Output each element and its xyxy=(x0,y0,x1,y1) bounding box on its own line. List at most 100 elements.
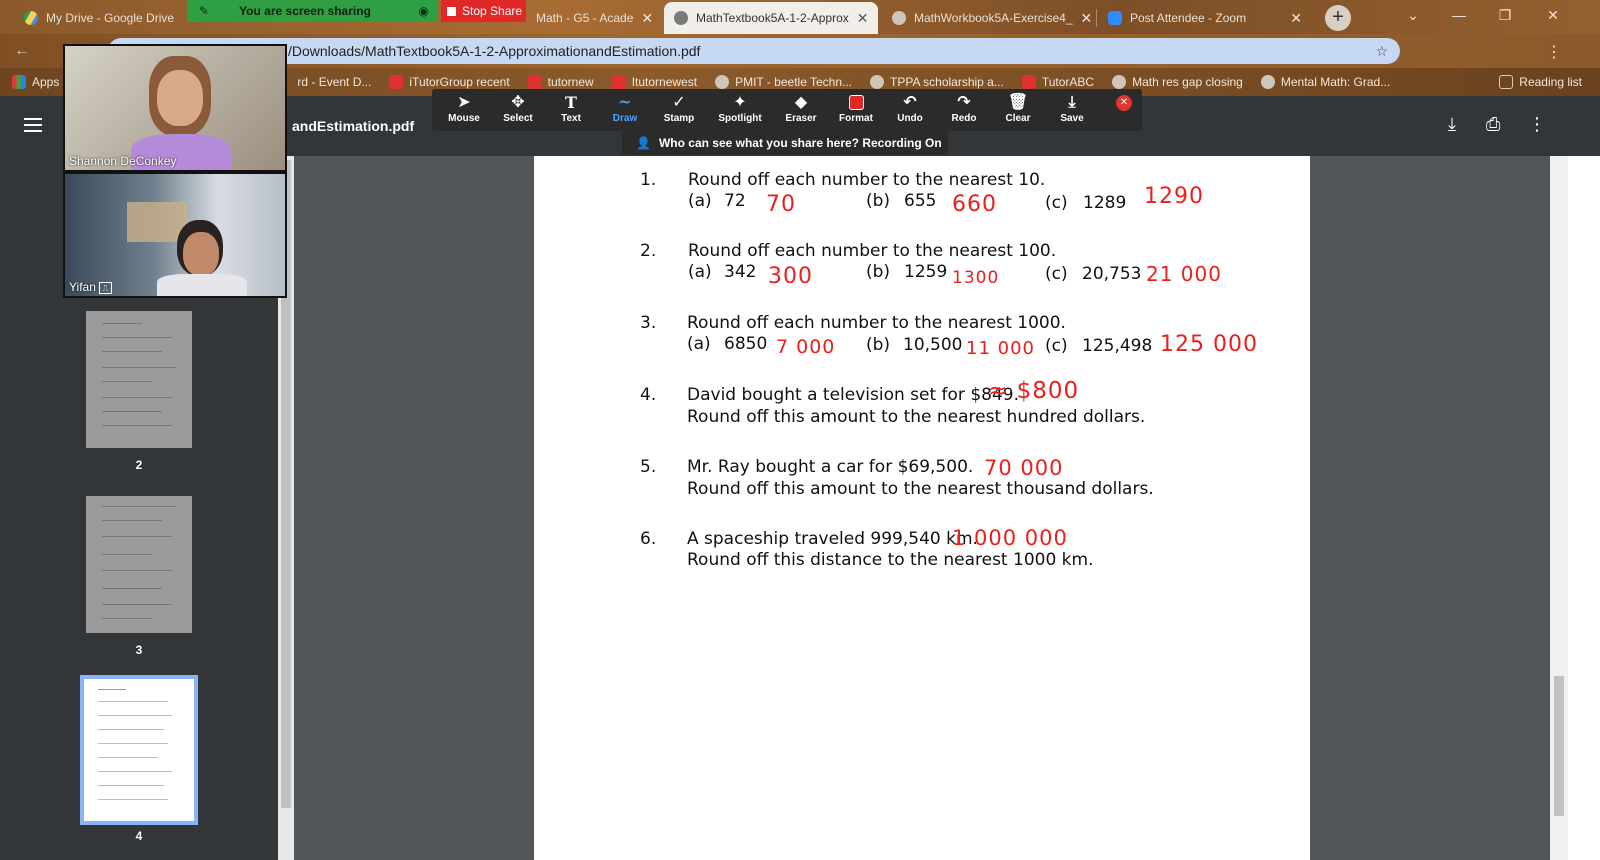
bookmark-itutor-recent[interactable]: iTutorGroup recent xyxy=(389,75,510,89)
tab-math-g5[interactable]: Math - G5 - Acade ✕ xyxy=(526,2,660,34)
tool-eraser[interactable]: ◆ Eraser xyxy=(775,93,827,124)
close-tab-icon[interactable]: ✕ xyxy=(1073,10,1092,27)
bookmark-event[interactable]: rd - Event D... xyxy=(297,75,371,89)
handwritten-answer: 125 000 xyxy=(1160,332,1258,357)
bookmark-math-res[interactable]: Math res gap closing xyxy=(1112,75,1243,89)
participant-face-skin xyxy=(157,70,203,126)
part-label: (a) xyxy=(687,334,711,354)
bookmark-itutornewest[interactable]: Itutornewest xyxy=(611,75,697,89)
reading-list[interactable]: Reading list xyxy=(1499,75,1582,89)
globe-icon xyxy=(870,75,885,89)
bookmark-tutornew[interactable]: tutornew xyxy=(527,75,594,89)
tool-spotlight[interactable]: ✦ Spotlight xyxy=(714,93,766,124)
bookmark-star-icon[interactable]: ☆ xyxy=(1375,38,1388,64)
page-thumbnail-2[interactable] xyxy=(86,311,192,448)
question-number: 2. xyxy=(640,241,657,261)
tab-math-textbook[interactable]: MathTextbook5A-1-2-Approx ✕ xyxy=(664,2,878,34)
tab-google-drive[interactable]: My Drive - Google Drive xyxy=(14,2,184,34)
tool-format[interactable]: Format xyxy=(830,93,882,124)
tool-label: Eraser xyxy=(785,113,817,124)
participant-name-label: Yifan ⎍ xyxy=(69,280,112,294)
question-number: 4. xyxy=(640,385,657,405)
close-tab-icon[interactable]: ✕ xyxy=(849,10,869,27)
bookmark-tutorabc[interactable]: TutorABC xyxy=(1021,75,1095,89)
tool-label: Text xyxy=(561,113,581,124)
part-value: 125,498 xyxy=(1082,336,1153,356)
tool-select[interactable]: ✥ Select xyxy=(492,93,544,124)
tool-clear[interactable]: 🗑 Clear xyxy=(992,93,1044,124)
color-swatch-icon xyxy=(830,93,882,113)
tool-label: Mouse xyxy=(448,113,480,124)
tab-zoom-attendee[interactable]: Post Attendee - Zoom ✕ xyxy=(1098,2,1312,34)
itutor-icon xyxy=(611,75,626,89)
close-tab-icon[interactable]: ✕ xyxy=(1282,10,1302,27)
handwritten-answer: 7 000 xyxy=(776,336,836,358)
bookmark-mental-math[interactable]: Mental Math: Grad... xyxy=(1260,75,1391,89)
bookmark-label: Reading list xyxy=(1519,75,1582,89)
part-value: 1289 xyxy=(1083,193,1127,213)
part-value: 6850 xyxy=(724,334,768,354)
shield-icon: ◉ xyxy=(418,4,429,18)
tool-label: Stamp xyxy=(663,113,695,124)
page-thumbnail-4[interactable] xyxy=(80,675,198,825)
download-icon[interactable]: ⤓ xyxy=(1448,114,1456,135)
participant-name: Yifan xyxy=(69,280,96,294)
bookmark-tppa[interactable]: TPPA scholarship a... xyxy=(870,75,1004,89)
tool-text[interactable]: T Text xyxy=(545,93,597,124)
tool-draw[interactable]: ∼ Draw xyxy=(599,93,651,124)
tab-math-workbook[interactable]: MathWorkbook5A-Exercise4_ ✕ xyxy=(882,2,1092,34)
print-icon[interactable]: ⎙ xyxy=(1486,114,1500,135)
tab-search-icon[interactable]: ⌄ xyxy=(1390,0,1436,32)
video-tile-yifan[interactable]: Yifan ⎍ xyxy=(63,172,287,298)
apps-grid-icon xyxy=(12,75,26,89)
chrome-menu-icon[interactable]: ⋮ xyxy=(1546,42,1562,62)
menu-icon[interactable] xyxy=(24,118,42,132)
part-label: (b) xyxy=(866,262,891,282)
back-arrow-icon[interactable]: ← xyxy=(14,42,30,60)
tab-divider xyxy=(1096,9,1097,27)
close-tab-icon[interactable]: ✕ xyxy=(633,10,653,27)
sharing-status-text: You are screen sharing xyxy=(239,4,371,18)
browser-tab-strip: My Drive - Google Drive ✎ You are screen… xyxy=(0,0,1600,34)
url-text: /Downloads/MathTextbook5A-1-2-Approximat… xyxy=(288,43,701,59)
question-text: Mr. Ray bought a car for $69,500. xyxy=(687,457,974,477)
bookmark-label: rd - Event D... xyxy=(297,75,372,89)
bookmark-label: TPPA scholarship a... xyxy=(890,75,1004,89)
address-bar[interactable]: /Downloads/MathTextbook5A-1-2-Approximat… xyxy=(108,38,1400,64)
more-options-icon[interactable]: ⋮ xyxy=(1528,114,1546,135)
tool-mouse[interactable]: ➤ Mouse xyxy=(438,93,490,124)
page-thumbnail-3[interactable] xyxy=(86,496,192,633)
tool-undo[interactable]: ↶ Undo xyxy=(884,93,936,124)
question-text: David bought a television set for $849. xyxy=(687,385,1019,405)
handwritten-answer: 1290 xyxy=(1144,184,1204,209)
annotation-toolbar: ➤ Mouse ✥ Select T Text ∼ Draw ✓ Stamp ✦ Spotl… xyxy=(432,89,1142,131)
reading-list-icon xyxy=(1499,75,1514,89)
bookmark-label: Mental Math: Grad... xyxy=(1280,75,1391,89)
bookmark-apps[interactable]: Apps xyxy=(12,75,59,89)
bookmark-pmit[interactable]: PMIT - beetle Techn... xyxy=(715,75,852,89)
part-label: (b) xyxy=(866,335,891,355)
handwritten-answer: 70 xyxy=(766,192,796,217)
bookmark-label: tutornew xyxy=(547,75,594,89)
part-value: 72 xyxy=(724,191,746,211)
page-scrollbar[interactable] xyxy=(1550,156,1568,860)
close-annotation-icon[interactable]: ✕ xyxy=(1116,95,1132,111)
new-tab-button[interactable]: + xyxy=(1325,5,1351,31)
tool-label: Draw xyxy=(612,113,638,124)
window-close-button[interactable]: ✕ xyxy=(1530,0,1576,32)
bookmark-label: TutorABC xyxy=(1041,75,1095,89)
minimize-button[interactable]: — xyxy=(1436,0,1482,32)
tool-save[interactable]: ⤓ Save xyxy=(1046,93,1098,124)
restore-button[interactable]: ❐ xyxy=(1482,0,1528,32)
tool-stamp[interactable]: ✓ Stamp xyxy=(653,93,705,124)
stop-share-button[interactable]: Stop Share xyxy=(441,0,526,22)
stop-icon xyxy=(447,6,456,16)
handwritten-answer: 70 000 xyxy=(984,456,1064,480)
video-tile-shannon[interactable]: Shannon DeConkey xyxy=(63,44,287,172)
undo-icon: ↶ xyxy=(903,94,917,111)
question-text: Round off each number to the nearest 100… xyxy=(687,313,1066,333)
tool-redo[interactable]: ↷ Redo xyxy=(938,93,990,124)
recording-notice[interactable]: 👤 Who can see what you share here? Record… xyxy=(622,131,948,155)
part-label: (b) xyxy=(866,191,891,211)
tool-label: Undo xyxy=(897,113,923,124)
